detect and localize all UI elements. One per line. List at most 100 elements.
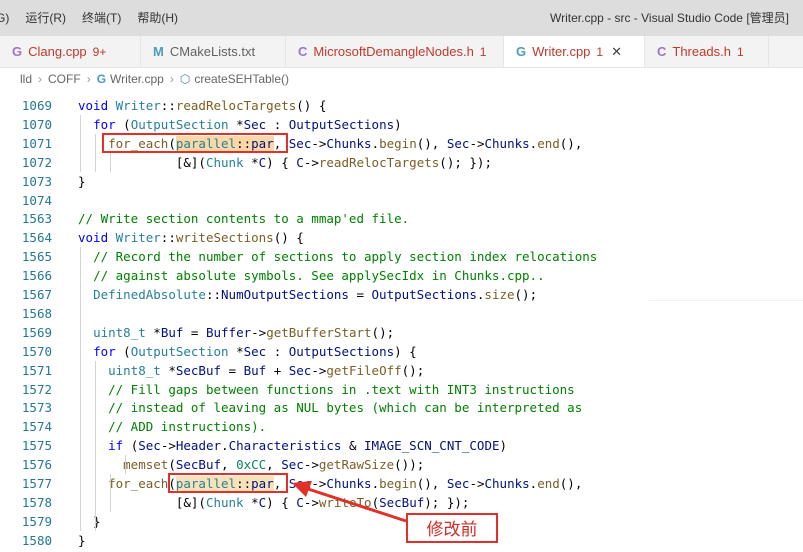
header-file-icon: C	[298, 44, 308, 59]
code-text: for_each(parallel::par, Sec->Chunks.begi…	[108, 476, 583, 491]
tab-microsoftdemanglenodes-h[interactable]: C MicrosoftDemangleNodes.h 1	[286, 36, 504, 67]
title-bar: G) 运行(R) 终端(T) 帮助(H) Writer.cpp - src - …	[0, 0, 803, 36]
chevron-right-icon: ›	[169, 72, 174, 86]
code-line[interactable]: 1570 for (OutputSection *Sec : OutputSec…	[0, 342, 803, 361]
code-text: }	[78, 532, 86, 548]
code-line[interactable]: 1578 [&](Chunk *C) { C->writeTo(SecBuf);…	[0, 493, 803, 512]
code-line[interactable]: 1074	[0, 191, 803, 210]
tab-writer-cpp[interactable]: G Writer.cpp 1 ✕	[504, 36, 645, 67]
line-number: 1570	[21, 343, 52, 359]
line-number: 1564	[21, 230, 52, 246]
symbol-method-icon: ⬡	[179, 72, 191, 86]
code-text: DefinedAbsolute::NumOutputSections = Out…	[93, 287, 538, 302]
line-number: 1563	[21, 211, 52, 227]
code-text: [&](Chunk *C) { C->readRelocTargets(); }…	[78, 154, 492, 170]
code-line[interactable]: 1072 [&](Chunk *C) { C->readRelocTargets…	[0, 153, 803, 172]
line-number: 1072	[21, 154, 52, 170]
code-text: void Writer::readRelocTargets() {	[78, 98, 327, 113]
menu-item-go[interactable]: G)	[0, 0, 17, 36]
code-text: for (OutputSection *Sec : OutputSections…	[93, 343, 417, 359]
close-icon[interactable]: ✕	[611, 44, 622, 60]
line-number: 1576	[21, 457, 52, 473]
breadcrumb-item-writer-cpp[interactable]: Writer.cpp	[110, 72, 164, 86]
code-text: // ADD instructions).	[108, 419, 267, 435]
highlight-box	[102, 132, 288, 153]
problem-count-badge: 1	[596, 44, 604, 59]
code-line[interactable]: 1569 uint8_t *Buf = Buffer->getBufferSta…	[0, 323, 803, 342]
code-line[interactable]: 1563 // Write section contents to a mmap'…	[0, 209, 803, 228]
line-number: 1568	[21, 305, 52, 321]
line-number: 1572	[21, 381, 52, 397]
code-line[interactable]: 1574 // ADD instructions).	[0, 417, 803, 436]
menu-item-terminal[interactable]: 终端(T)	[74, 0, 129, 36]
code-text: if (Sec->Header.Characteristics & IMAGE_…	[108, 438, 508, 454]
code-line[interactable]: 1576 memset(SecBuf, 0xCC, Sec->getRawSiz…	[0, 455, 803, 474]
code-line[interactable]: 1577 for_each(parallel::par, Sec->Chunks…	[0, 474, 803, 493]
breadcrumb-item-coff[interactable]: COFF	[48, 72, 81, 86]
line-number: 1567	[21, 287, 52, 302]
code-line[interactable]: 1579 }	[0, 512, 803, 531]
code-text: }	[78, 513, 101, 529]
code-text: uint8_t *Buf = Buffer->getBufferStart();	[93, 324, 395, 340]
code-line[interactable]: 1564 void Writer::writeSections() {	[0, 228, 803, 247]
window-title: Writer.cpp - src - Visual Studio Code [管…	[550, 11, 789, 25]
line-number: 1578	[21, 494, 52, 510]
line-number: 1071	[21, 135, 52, 151]
code-line[interactable]: 1566 // against absolute symbols. See ap…	[0, 266, 803, 285]
line-number: 1069	[21, 98, 52, 113]
line-number: 1580	[21, 532, 52, 548]
line-number: 1565	[21, 249, 52, 265]
breadcrumb-item-lld[interactable]: lld	[20, 72, 32, 86]
breadcrumb: lld › COFF › G Writer.cpp › ⬡ createSEHT…	[0, 68, 803, 90]
code-text: [&](Chunk *C) { C->writeTo(SecBuf); });	[78, 494, 470, 510]
menu-bar: G) 运行(R) 终端(T) 帮助(H)	[0, 0, 186, 36]
code-line[interactable]: 1568	[0, 304, 803, 323]
breadcrumb-item-function[interactable]: createSEHTable()	[194, 72, 289, 86]
tab-label: Threads.h	[672, 44, 731, 59]
problem-count-badge: 1	[479, 44, 487, 59]
highlight-box	[168, 473, 288, 493]
line-number: 1574	[21, 419, 52, 435]
line-number: 1566	[21, 268, 52, 284]
indent-guide	[125, 455, 126, 474]
tab-threads-h[interactable]: C Threads.h 1	[645, 36, 769, 67]
annotation-label: 修改前	[406, 513, 498, 543]
line-number: 1579	[21, 513, 52, 529]
problem-count-badge: 9+	[92, 44, 107, 59]
line-number: 1073	[21, 173, 52, 189]
indent-guide	[95, 133, 96, 172]
code-text: for (OutputSection *Sec : OutputSections…	[93, 116, 402, 132]
code-line[interactable]: 1573 // instead of leaving as NUL bytes …	[0, 398, 803, 417]
code-line[interactable]: 1575 if (Sec->Header.Characteristics & I…	[0, 436, 803, 455]
code-line[interactable]: 1070 for (OutputSection *Sec : OutputSec…	[0, 115, 803, 134]
tab-cmakelists[interactable]: M CMakeLists.txt	[141, 36, 286, 67]
code-text: uint8_t *SecBuf = Buf + Sec->getFileOff(…	[108, 362, 425, 378]
tab-clang-cpp[interactable]: G Clang.cpp 9+	[0, 36, 141, 67]
cpp-file-icon: G	[516, 44, 527, 59]
code-editor[interactable]: 1069 void Writer::readRelocTargets() {107…	[0, 90, 803, 552]
indent-guide	[80, 247, 81, 531]
problem-count-badge: 1	[736, 44, 744, 59]
code-line[interactable]: 1069 void Writer::readRelocTargets() {	[0, 96, 803, 115]
header-file-icon: C	[657, 44, 667, 59]
line-number: 1577	[21, 476, 52, 491]
indent-guide	[110, 474, 111, 512]
code-line[interactable]: 1565 // Record the number of sections to…	[0, 247, 803, 266]
indent-guide	[95, 360, 96, 531]
code-line[interactable]: 1571 uint8_t *SecBuf = Buf + Sec->getFil…	[0, 361, 803, 380]
menu-item-help[interactable]: 帮助(H)	[129, 0, 186, 36]
menu-item-run[interactable]: 运行(R)	[17, 0, 74, 36]
code-line[interactable]: 1073}	[0, 172, 803, 191]
code-text: memset(SecBuf, 0xCC, Sec->getRawSize());	[123, 457, 425, 473]
line-number: 1074	[21, 192, 52, 208]
cpp-file-icon: G	[12, 44, 23, 59]
code-line[interactable]: 1567 DefinedAbsolute::NumOutputSections …	[0, 285, 803, 304]
code-line[interactable]: 1580}	[0, 531, 803, 550]
line-number: 1569	[21, 324, 52, 340]
code-text: // instead of leaving as NUL bytes (whic…	[108, 400, 583, 416]
indent-guide	[110, 152, 111, 172]
cmake-file-icon: M	[153, 44, 164, 59]
line-number: 1070	[21, 116, 52, 132]
tab-label: CMakeLists.txt	[169, 44, 256, 59]
code-line[interactable]: 1572 // Fill gaps between functions in .…	[0, 380, 803, 399]
